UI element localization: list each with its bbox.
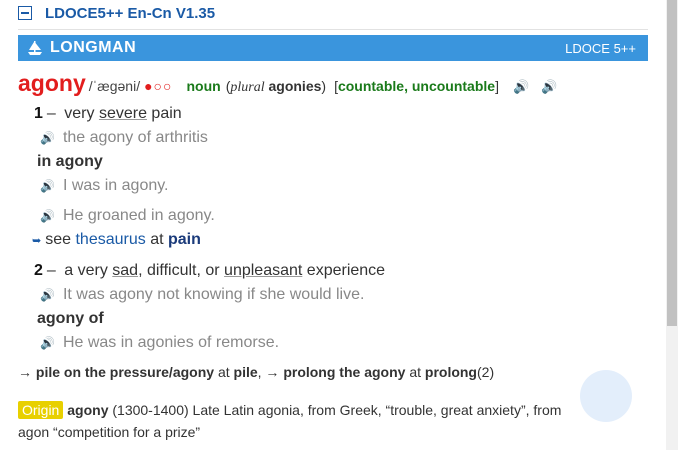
entry: agony /ˈæɡəni/ ●○○ noun (plural agonies)… (18, 70, 648, 98)
grammar-label: countable, uncountable (337, 78, 496, 94)
thesaurus-target-link[interactable]: pain (168, 231, 201, 248)
cross-references: → pile on the pressure/agony at pile, → … (18, 364, 495, 380)
ship-logo-icon (28, 41, 42, 55)
sense-1-definition: 1– very severe pain (34, 105, 182, 122)
sense-2-definition: 2– a very sad, difficult, or unpleasant … (34, 262, 386, 279)
collocation: agony of (37, 310, 104, 327)
speaker-blue-icon[interactable]: 🔊 (541, 79, 557, 95)
example-sentence: 🔊 I was in agony. (40, 177, 169, 194)
definition: a very sad, difficult, or unpleasant exp… (64, 262, 386, 279)
xref-link[interactable]: pile (234, 364, 258, 380)
definition: very severe pain (64, 105, 182, 122)
part-of-speech: noun (186, 78, 221, 94)
header-divider (18, 29, 648, 30)
scrollbar[interactable] (666, 0, 678, 450)
example-sentence: 🔊 He was in agonies of remorse. (40, 334, 280, 351)
dictionary-title: LDOCE5++ En-Cn V1.35 (45, 4, 216, 22)
grammar-info: [countable, uncountable] (334, 78, 499, 94)
example-sentence: 🔊 It was agony not knowing if she would l… (40, 286, 365, 303)
origin-text-2: agon “competition for a prize” (18, 424, 201, 440)
origin-section: Origin agony (1300-1400) Late Latin agon… (18, 399, 648, 443)
origin-text: (1300-1400) Late Latin agonia, from Gree… (112, 402, 562, 418)
brand-name: LONGMAN (50, 39, 137, 56)
frequency-marker: ●○○ (144, 78, 173, 94)
edition-label: LDOCE 5++ (565, 40, 636, 56)
collocation: in agony (37, 153, 103, 170)
speaker-gray-icon[interactable]: 🔊 (40, 288, 55, 302)
plural-form: agonies (268, 78, 322, 94)
dictionary-header: LDOCE5++ En-Cn V1.35 (18, 3, 215, 23)
xref-link[interactable]: prolong (425, 364, 477, 380)
speaker-red-icon[interactable]: 🔊 (513, 79, 529, 95)
scrollbar-thumb[interactable] (667, 0, 677, 326)
xref-phrase: prolong the agony (283, 364, 406, 380)
headword: agony (18, 70, 86, 96)
speaker-gray-icon[interactable]: 🔊 (40, 179, 55, 193)
speaker-gray-icon[interactable]: 🔊 (40, 336, 55, 350)
headword-line: agony /ˈæɡəni/ ●○○ noun (plural agonies)… (18, 70, 648, 98)
sense-number: 1 (34, 105, 43, 122)
xref-phrase: pile on the pressure/agony (35, 364, 215, 380)
plural-label: plural (230, 80, 265, 95)
speaker-gray-icon[interactable]: 🔊 (40, 131, 55, 145)
speaker-gray-icon[interactable]: 🔊 (40, 209, 55, 223)
linked-word[interactable]: sad (112, 262, 138, 279)
origin-badge: Origin (18, 401, 64, 419)
collapse-toggle[interactable] (18, 6, 32, 20)
linked-word[interactable]: unpleasant (224, 262, 302, 279)
sense-number: 2 (34, 262, 43, 279)
plural-info: (plural agonies) (225, 78, 327, 95)
linked-word[interactable]: severe (99, 105, 147, 122)
thesaurus-arrow-icon: ➥ (32, 235, 42, 247)
thesaurus-ref: ➥ see thesaurus at pain (32, 231, 201, 248)
longman-banner: LONGMAN LDOCE 5++ (18, 35, 648, 61)
example-sentence: 🔊 He groaned in agony. (40, 207, 215, 224)
origin-word: agony (67, 402, 109, 418)
example-sentence: 🔊 the agony of arthritis (40, 129, 208, 146)
minus-icon (21, 12, 29, 14)
pronunciation: /ˈæɡəni/ (88, 78, 141, 94)
thesaurus-link[interactable]: thesaurus (75, 231, 145, 248)
